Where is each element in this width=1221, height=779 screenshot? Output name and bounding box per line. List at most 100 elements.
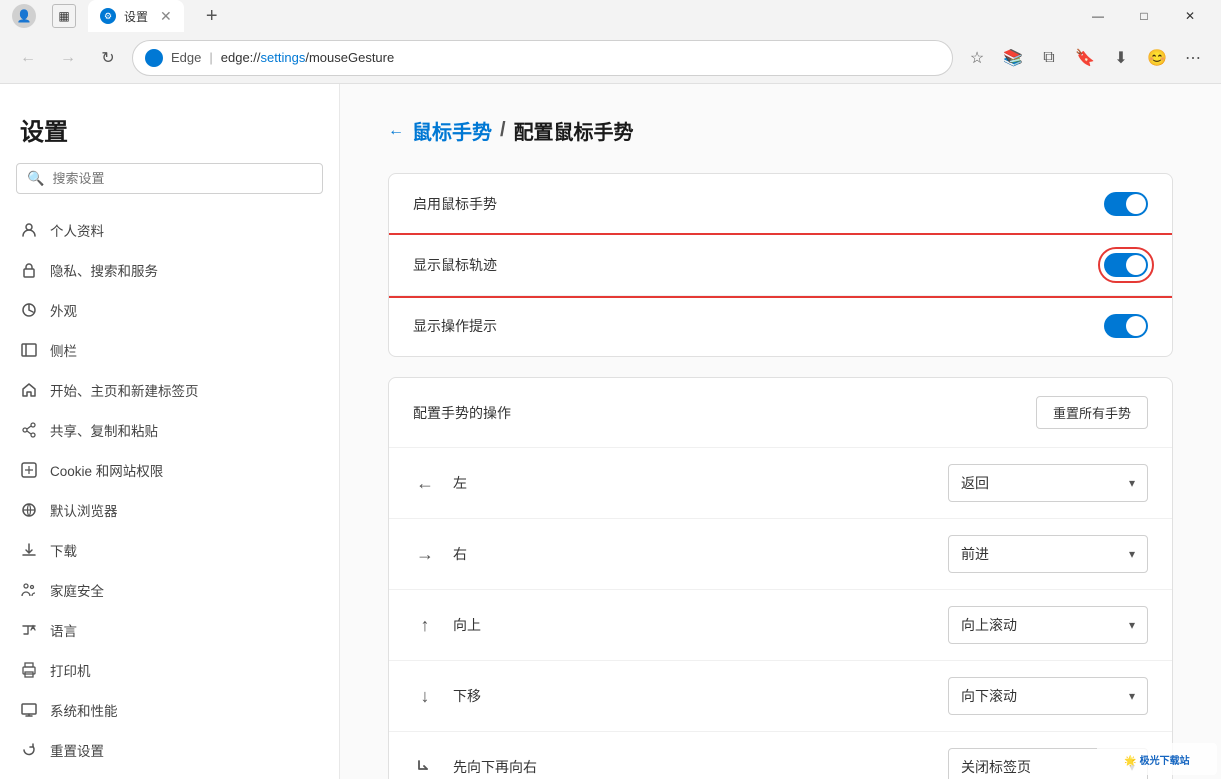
splitscreen-btn[interactable]: ⧉ xyxy=(1033,42,1065,74)
sidebar-label: 个人资料 xyxy=(50,220,104,240)
gesture-name: 右 xyxy=(453,544,932,564)
titlebar-left: 👤 ▦ ⚙ 设置 ✕ + xyxy=(8,0,228,32)
download-icon xyxy=(20,541,38,559)
sidebar-item-system[interactable]: 系统和性能 xyxy=(0,690,339,730)
search-box[interactable]: 🔍 xyxy=(16,163,323,194)
reset-icon xyxy=(20,741,38,759)
minimize-btn[interactable]: — xyxy=(1075,0,1121,32)
gesture-row-up: ↑ 向上 向上滚动 ▾ xyxy=(389,590,1172,661)
printer-icon xyxy=(20,661,38,679)
enable-gesture-toggle[interactable] xyxy=(1104,192,1148,216)
toggle-knob xyxy=(1126,194,1146,214)
sidebar-item-reset[interactable]: 重置设置 xyxy=(0,730,339,770)
sidebar-item-family[interactable]: 家庭安全 xyxy=(0,570,339,610)
profile-icon xyxy=(20,221,38,239)
chevron-down-icon: ▾ xyxy=(1129,547,1135,561)
gesture-select-up[interactable]: 向上滚动 ▾ xyxy=(948,606,1148,644)
refresh-btn[interactable]: ↻ xyxy=(92,42,124,74)
collections-btn[interactable]: 📚 xyxy=(997,42,1029,74)
url-path: settings xyxy=(261,50,306,65)
new-tab-btn[interactable]: + xyxy=(196,0,228,32)
sidebar-label: 外观 xyxy=(50,300,77,320)
breadcrumb-back-btn[interactable]: ← xyxy=(388,122,404,140)
breadcrumb-separator: / xyxy=(500,119,506,142)
sidebar-item-profile[interactable]: 个人资料 xyxy=(0,210,339,250)
forward-btn[interactable]: → xyxy=(52,42,84,74)
gesture-arrow-left: ← xyxy=(413,471,437,495)
sidebar-item-start[interactable]: 开始、主页和新建标签页 xyxy=(0,370,339,410)
address-bar[interactable]: Edge | edge://settings/mouseGesture xyxy=(132,40,953,76)
maximize-btn[interactable]: □ xyxy=(1121,0,1167,32)
main-layout: 设置 🔍 个人资料 隐私、搜索和服务 外观 侧栏 xyxy=(0,84,1221,779)
tab-list-btn[interactable]: ▦ xyxy=(52,4,76,28)
sidebar-item-printer[interactable]: 打印机 xyxy=(0,650,339,690)
share-icon xyxy=(20,421,38,439)
tab-favicon: ⚙ xyxy=(100,8,116,24)
sidebar-item-appearance[interactable]: 外观 xyxy=(0,290,339,330)
gesture-row-down: ↓ 下移 向下滚动 ▾ xyxy=(389,661,1172,732)
sidebar-label: 家庭安全 xyxy=(50,580,104,600)
gesture-arrow-right: → xyxy=(413,542,437,566)
address-url: edge://settings/mouseGesture xyxy=(221,50,394,65)
gesture-select-value: 向上滚动 xyxy=(961,615,1121,635)
gestures-header: 配置手势的操作 重置所有手势 xyxy=(389,378,1172,448)
breadcrumb-link[interactable]: 鼠标手势 xyxy=(412,116,492,145)
gesture-select-left[interactable]: 返回 ▾ xyxy=(948,464,1148,502)
show-trail-toggle[interactable] xyxy=(1104,253,1148,277)
navbar: ← → ↻ Edge | edge://settings/mouseGestur… xyxy=(0,32,1221,84)
sidebar-item-privacy[interactable]: 隐私、搜索和服务 xyxy=(0,250,339,290)
bookmark-btn[interactable]: 🔖 xyxy=(1069,42,1101,74)
sidebar-label: 系统和性能 xyxy=(50,700,118,720)
sidebar-label: 打印机 xyxy=(50,660,91,680)
content-inner: ← 鼠标手势 / 配置鼠标手势 启用鼠标手势 显示鼠标轨迹 xyxy=(340,84,1221,779)
gesture-row-right: → 右 前进 ▾ xyxy=(389,519,1172,590)
download-btn[interactable]: ⬇ xyxy=(1105,42,1137,74)
sidebar-item-language[interactable]: 语言 xyxy=(0,610,339,650)
toggle-row-1: 显示鼠标轨迹 xyxy=(389,235,1172,296)
sidebar-label: 语言 xyxy=(50,620,77,640)
address-separator: | xyxy=(209,50,212,65)
gesture-name: 先向下再向右 xyxy=(453,757,932,777)
toggle-knob xyxy=(1126,255,1146,275)
gesture-select-value: 向下滚动 xyxy=(961,686,1121,706)
sidebar: 设置 🔍 个人资料 隐私、搜索和服务 外观 侧栏 xyxy=(0,84,340,779)
sidebar-icon xyxy=(20,341,38,359)
gesture-select-value: 返回 xyxy=(961,473,1121,493)
gesture-arrow-down: ↓ xyxy=(413,684,437,708)
gesture-select-down[interactable]: 向下滚动 ▾ xyxy=(948,677,1148,715)
gesture-name: 向上 xyxy=(453,615,932,635)
gesture-row-down-right: 先向下再向右 关闭标签页 ▾ xyxy=(389,732,1172,779)
gestures-card: 配置手势的操作 重置所有手势 ← 左 返回 ▾ → 右 xyxy=(388,377,1173,779)
sidebar-item-sidebar[interactable]: 侧栏 xyxy=(0,330,339,370)
sidebar-label: Cookie 和网站权限 xyxy=(50,460,163,480)
sidebar-item-default-browser[interactable]: 默认浏览器 xyxy=(0,490,339,530)
gesture-name: 左 xyxy=(453,473,932,493)
language-icon xyxy=(20,621,38,639)
close-btn[interactable]: ✕ xyxy=(1167,0,1213,32)
toggle-label: 显示鼠标轨迹 xyxy=(413,255,1104,275)
reset-all-gestures-btn[interactable]: 重置所有手势 xyxy=(1036,396,1148,429)
active-tab[interactable]: ⚙ 设置 ✕ xyxy=(88,0,184,32)
more-btn[interactable]: ⋯ xyxy=(1177,42,1209,74)
back-btn[interactable]: ← xyxy=(12,42,44,74)
chevron-down-icon: ▾ xyxy=(1129,689,1135,703)
sidebar-item-download[interactable]: 下载 xyxy=(0,530,339,570)
gestures-header-label: 配置手势的操作 xyxy=(413,403,511,423)
chevron-down-icon: ▾ xyxy=(1129,476,1135,490)
gesture-select-right[interactable]: 前进 ▾ xyxy=(948,535,1148,573)
appearance-icon xyxy=(20,301,38,319)
watermark: 🌟 极光下载站 xyxy=(1097,743,1217,775)
favorites-btn[interactable]: ☆ xyxy=(961,42,993,74)
sidebar-item-mobile[interactable]: 手机和其他设备 xyxy=(0,770,339,779)
profile-avatar[interactable]: 👤 xyxy=(8,0,40,32)
tab-close-btn[interactable]: ✕ xyxy=(160,8,172,25)
sidebar-item-share[interactable]: 共享、复制和粘贴 xyxy=(0,410,339,450)
search-input[interactable] xyxy=(52,171,312,186)
toggle-label: 启用鼠标手势 xyxy=(413,194,1104,214)
family-icon xyxy=(20,581,38,599)
sidebar-title: 设置 xyxy=(0,104,339,163)
show-hint-toggle[interactable] xyxy=(1104,314,1148,338)
profile-btn[interactable]: 😊 xyxy=(1141,42,1173,74)
toggle-row-2: 显示操作提示 xyxy=(389,296,1172,356)
sidebar-item-cookies[interactable]: Cookie 和网站权限 xyxy=(0,450,339,490)
